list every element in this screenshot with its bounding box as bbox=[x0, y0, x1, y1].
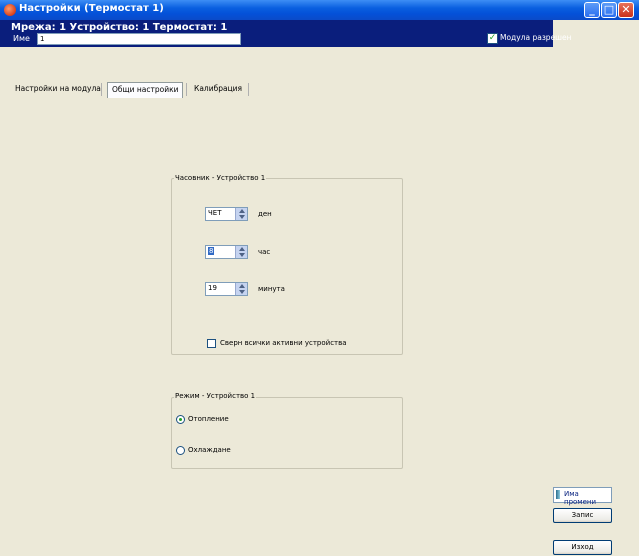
module-enabled-checkbox[interactable]: ✓ bbox=[487, 33, 498, 44]
clock-group-title: Часовник - Устройство 1 bbox=[174, 174, 267, 182]
tab-module-settings[interactable]: Настройки на модула bbox=[11, 82, 105, 98]
heating-radio[interactable] bbox=[176, 415, 185, 424]
tab-separator bbox=[248, 83, 249, 96]
changes-indicator: Има промени bbox=[553, 487, 612, 506]
title-bar[interactable]: Настройки (Термостат 1) _ □ ✕ bbox=[0, 0, 639, 20]
device-info: Мрежа: 1 Устройство: 1 Термостат: 1 bbox=[11, 22, 228, 33]
heating-label: Отопление bbox=[188, 415, 229, 423]
mode-group bbox=[171, 397, 403, 469]
maximize-button[interactable]: □ bbox=[601, 2, 617, 18]
tab-general-settings[interactable]: Общи настройки bbox=[107, 82, 184, 98]
minute-spinner[interactable]: 19 bbox=[205, 282, 248, 296]
hour-value: 8 bbox=[208, 247, 215, 255]
minute-value: 19 bbox=[208, 284, 217, 292]
minute-label: минута bbox=[258, 285, 285, 293]
clock-group bbox=[171, 178, 403, 355]
name-input[interactable]: 1 bbox=[37, 33, 241, 45]
hour-spinner[interactable]: 8 bbox=[205, 245, 248, 259]
changes-indicator-label: Има промени bbox=[564, 490, 597, 506]
hour-spin-arrows[interactable] bbox=[235, 246, 247, 258]
minute-spin-arrows[interactable] bbox=[235, 283, 247, 295]
name-label: Име bbox=[13, 34, 30, 43]
minimize-button[interactable]: _ bbox=[584, 2, 600, 18]
sync-devices-checkbox[interactable] bbox=[207, 339, 216, 348]
day-spinner[interactable]: ЧЕТ bbox=[205, 207, 248, 221]
window-title: Настройки (Термостат 1) bbox=[19, 3, 164, 14]
app-icon bbox=[4, 4, 16, 16]
save-button[interactable]: Запис bbox=[553, 508, 612, 523]
close-button[interactable]: ✕ bbox=[618, 2, 634, 18]
exit-button[interactable]: Изход bbox=[553, 540, 612, 555]
tab-calibration[interactable]: Калибрация bbox=[190, 82, 246, 98]
module-enabled-label: Модула разрешен bbox=[500, 33, 572, 42]
day-value: ЧЕТ bbox=[208, 209, 222, 217]
sync-devices-label: Сверн всички активни устройства bbox=[220, 339, 347, 347]
changes-indicator-icon bbox=[556, 490, 560, 499]
tab-separator bbox=[186, 83, 187, 96]
tab-separator bbox=[101, 83, 102, 96]
cooling-radio[interactable] bbox=[176, 446, 185, 455]
day-spin-arrows[interactable] bbox=[235, 208, 247, 220]
day-label: ден bbox=[258, 210, 272, 218]
hour-label: час bbox=[258, 248, 271, 256]
settings-window: Настройки (Термостат 1) _ □ ✕ Мрежа: 1 У… bbox=[0, 0, 639, 556]
mode-group-title: Режим - Устройство 1 bbox=[174, 392, 257, 400]
cooling-label: Охлаждане bbox=[188, 446, 231, 454]
